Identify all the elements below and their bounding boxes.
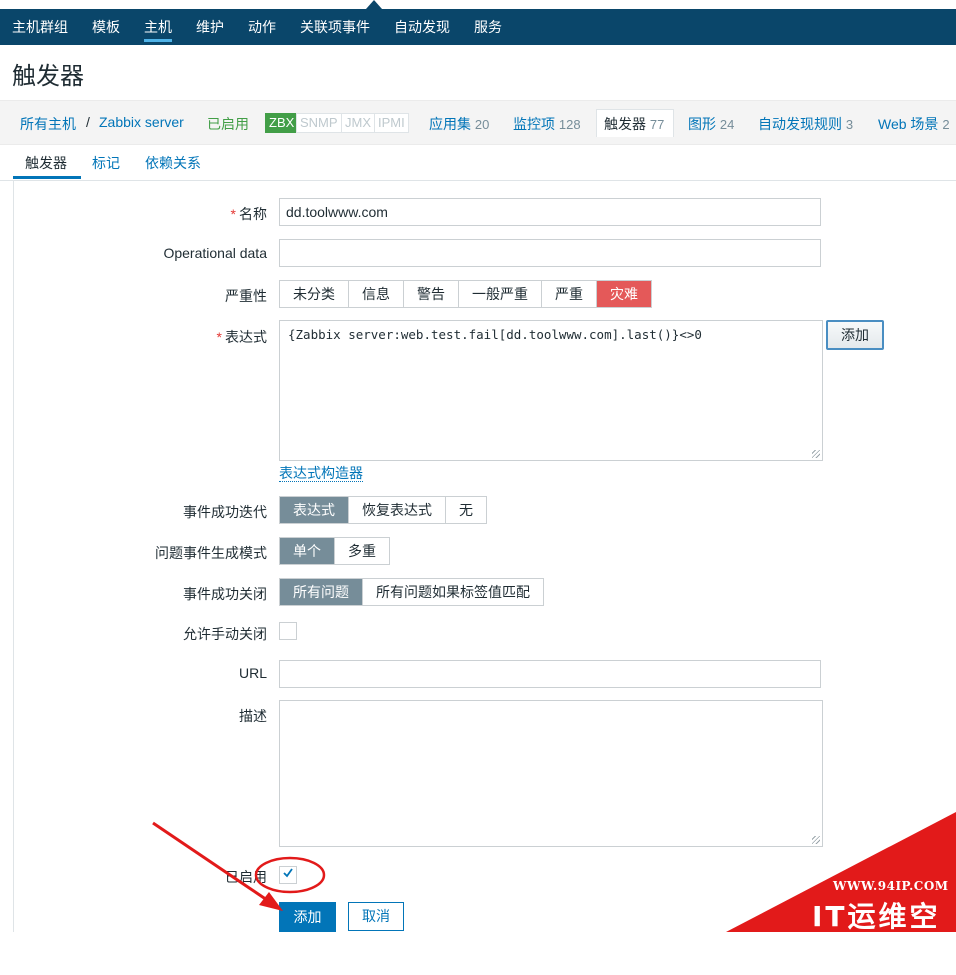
- nav-templates[interactable]: 模板: [80, 9, 132, 45]
- host-tab-web-scenarios[interactable]: Web 场景 2: [878, 114, 950, 134]
- watermark-url: WWW.94IP.COM: [833, 879, 949, 893]
- ok-event-closes-label: 事件成功关闭: [183, 586, 267, 602]
- name-label: * 名称: [230, 206, 267, 222]
- enabled-checkbox[interactable]: [279, 866, 297, 884]
- severity-not-classified[interactable]: 未分类: [280, 281, 349, 307]
- severity-disaster[interactable]: 灾难: [597, 281, 651, 307]
- manual-close-checkbox[interactable]: [279, 622, 297, 640]
- expression-textarea[interactable]: {Zabbix server:web.test.fail[dd.toolwww.…: [279, 320, 823, 461]
- problem-mode-single[interactable]: 单个: [280, 538, 335, 564]
- host-tab-applications[interactable]: 应用集 20: [429, 114, 489, 134]
- url-label: URL: [238, 665, 267, 681]
- host-breadcrumb-bar: 所有主机 / Zabbix server 已启用 ZBX SNMP JMX IP…: [0, 100, 956, 145]
- resize-handle-icon[interactable]: [812, 450, 820, 458]
- nav-services[interactable]: 服务: [462, 9, 514, 45]
- breadcrumb-separator: /: [86, 114, 90, 130]
- expression-add-button[interactable]: 添加: [826, 320, 884, 350]
- ok-event-generation-label: 事件成功迭代: [183, 504, 267, 520]
- cancel-button[interactable]: 取消: [348, 902, 404, 931]
- problem-mode-multiple[interactable]: 多重: [335, 538, 389, 564]
- name-input[interactable]: dd.toolwww.com: [279, 198, 821, 226]
- expression-builder-link[interactable]: 表达式构造器: [279, 465, 363, 482]
- enabled-label: 已启用: [225, 869, 267, 885]
- ok-close-tag-match[interactable]: 所有问题如果标签值匹配: [363, 579, 543, 605]
- submit-add-button[interactable]: 添加: [279, 902, 336, 932]
- ok-event-none[interactable]: 无: [446, 497, 486, 523]
- severity-selector: 未分类 信息 警告 一般严重 严重 灾难: [279, 280, 652, 308]
- availability-snmp-badge: SNMP: [296, 113, 342, 133]
- ok-event-recovery-expression[interactable]: 恢复表达式: [349, 497, 446, 523]
- problem-mode-selector: 单个 多重: [279, 537, 390, 565]
- tab-trigger[interactable]: 触发器: [25, 153, 67, 173]
- problem-mode-label: 问题事件生成模式: [155, 545, 267, 561]
- expression-text: {Zabbix server:web.test.fail[dd.toolwww.…: [288, 327, 702, 342]
- menu-caret-icon: [366, 0, 382, 9]
- required-asterisk-icon: *: [230, 206, 236, 222]
- availability-jmx-badge: JMX: [341, 113, 375, 133]
- top-strip: [0, 0, 956, 9]
- severity-label: 严重性: [225, 288, 267, 304]
- availability-zbx-badge: ZBX: [265, 113, 299, 133]
- manual-close-label: 允许手动关闭: [183, 626, 267, 642]
- host-tab-discovery-rules[interactable]: 自动发现规则 3: [758, 114, 853, 134]
- host-tab-items[interactable]: 监控项 128: [513, 114, 581, 134]
- ok-event-closes-selector: 所有问题 所有问题如果标签值匹配: [279, 578, 544, 606]
- ok-close-all-problems[interactable]: 所有问题: [280, 579, 363, 605]
- severity-warning[interactable]: 警告: [404, 281, 459, 307]
- breadcrumb-all-hosts[interactable]: 所有主机: [20, 114, 76, 134]
- nav-hosts[interactable]: 主机: [132, 9, 184, 45]
- required-asterisk-icon: *: [216, 329, 222, 345]
- top-navigation: 主机群组 模板 主机 维护 动作 关联项事件 自动发现 服务: [0, 9, 956, 45]
- host-tab-graphs[interactable]: 图形 24: [688, 114, 734, 134]
- form-tabs: 触发器 标记 依赖关系: [0, 143, 956, 181]
- host-status-enabled[interactable]: 已启用: [207, 114, 249, 134]
- active-tab-underline: [13, 176, 81, 179]
- nav-host-groups[interactable]: 主机群组: [0, 9, 80, 45]
- tab-dependencies[interactable]: 依赖关系: [145, 153, 201, 173]
- url-input[interactable]: [279, 660, 821, 688]
- severity-high[interactable]: 严重: [542, 281, 597, 307]
- host-tab-triggers[interactable]: 触发器 77: [604, 114, 664, 134]
- nav-event-correlation[interactable]: 关联项事件: [288, 9, 382, 45]
- ok-event-generation-selector: 表达式 恢复表达式 无: [279, 496, 487, 524]
- page-title: 触发器: [12, 63, 84, 90]
- tab-tags[interactable]: 标记: [92, 153, 120, 173]
- checkmark-icon: [283, 868, 293, 878]
- severity-information[interactable]: 信息: [349, 281, 404, 307]
- availability-ipmi-badge: IPMI: [374, 113, 409, 133]
- watermark-brand: IT运维空间: [812, 900, 941, 973]
- breadcrumb-host[interactable]: Zabbix server: [99, 114, 184, 130]
- description-label: 描述: [239, 708, 267, 724]
- operational-data-input[interactable]: [279, 239, 821, 267]
- nav-discovery[interactable]: 自动发现: [382, 9, 462, 45]
- operational-data-label: Operational data: [163, 245, 267, 261]
- nav-actions[interactable]: 动作: [236, 9, 288, 45]
- ok-event-expression[interactable]: 表达式: [280, 497, 349, 523]
- expression-label: * 表达式: [216, 329, 267, 345]
- nav-maintenance[interactable]: 维护: [184, 9, 236, 45]
- severity-average[interactable]: 一般严重: [459, 281, 542, 307]
